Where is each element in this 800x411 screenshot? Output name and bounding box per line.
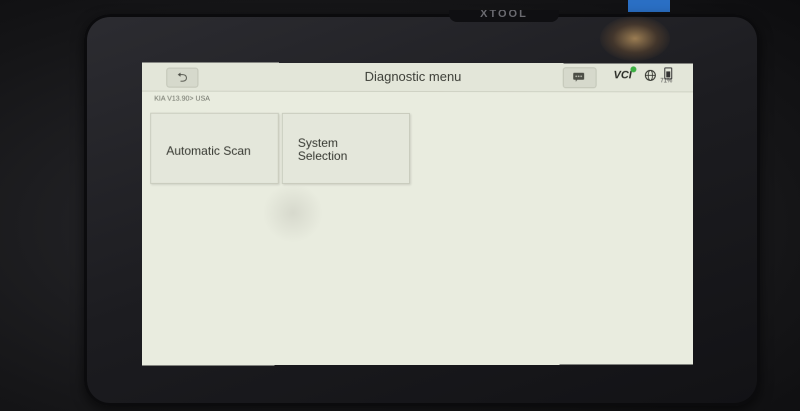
back-arrow-icon: ⮌ bbox=[177, 69, 188, 85]
message-icon bbox=[573, 72, 585, 82]
back-button[interactable]: ⮌ bbox=[166, 67, 199, 88]
automatic-scan-label: Automatic Scan bbox=[166, 143, 251, 158]
automatic-scan-button[interactable]: Automatic Scan bbox=[150, 112, 279, 184]
screen-smudge bbox=[262, 182, 323, 244]
title-bar: ⮌ Diagnostic menu VCI 71% bbox=[142, 62, 694, 93]
system-selection-label: System Selection bbox=[297, 135, 348, 163]
device-screen: ⮌ Diagnostic menu VCI 71% KIA V13.90> US… bbox=[142, 62, 694, 366]
system-selection-button[interactable]: System Selection bbox=[281, 112, 410, 184]
page-title: Diagnostic menu bbox=[364, 68, 462, 85]
message-button[interactable] bbox=[562, 67, 597, 89]
battery-percent: 71% bbox=[660, 78, 673, 85]
device-tab bbox=[628, 0, 670, 12]
light-glare bbox=[600, 16, 670, 61]
vci-icon: VCI bbox=[613, 69, 632, 82]
device-brand-label: XTOOL bbox=[449, 10, 559, 22]
breadcrumb: KIA V13.90> USA bbox=[154, 95, 210, 103]
vci-status-dot bbox=[630, 66, 637, 73]
battery-fill bbox=[666, 71, 671, 78]
globe-icon bbox=[644, 69, 656, 81]
